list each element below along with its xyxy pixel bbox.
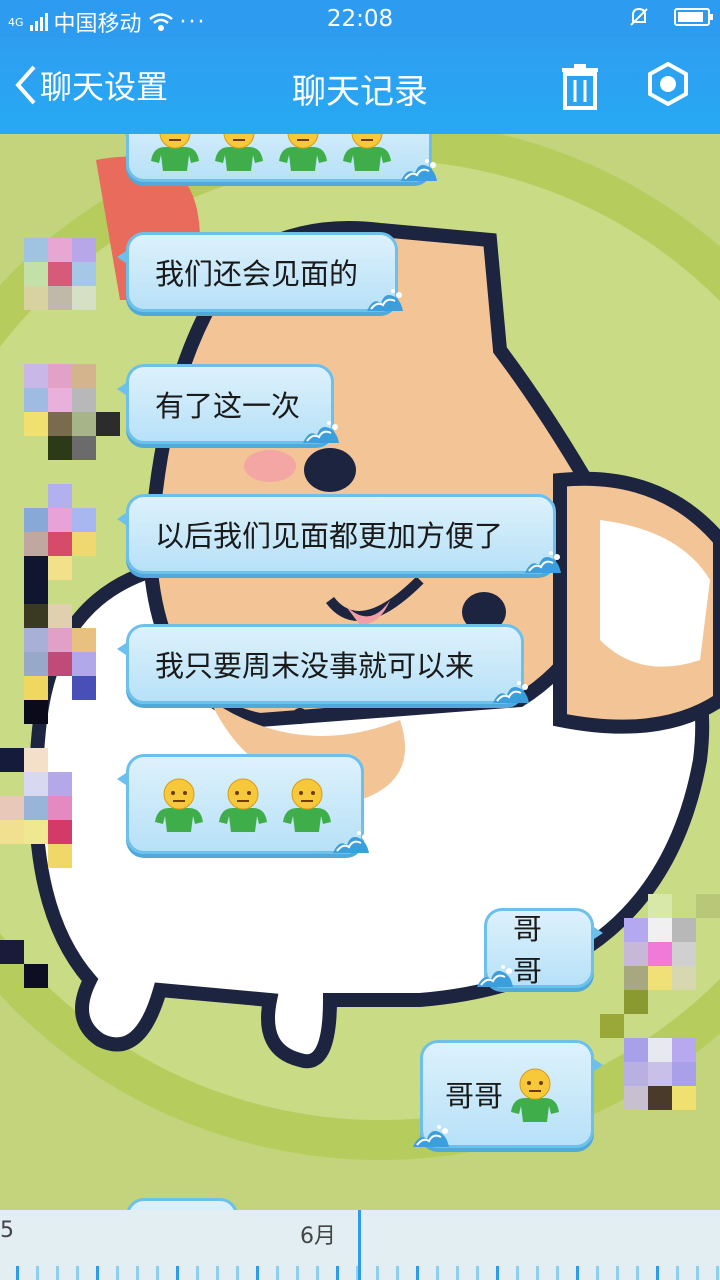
timeline-tick [516,1266,519,1280]
timeline-tick [416,1266,419,1280]
message-text: 哥哥 [513,912,543,988]
timeline-tick [136,1266,139,1280]
message-bubble[interactable]: 我们还会见面的 [117,232,403,312]
timeline-tick [216,1266,219,1280]
timeline-tick [316,1266,319,1280]
message-bubble[interactable]: 有了这一次 [117,364,339,444]
wave-decoration-icon [525,551,561,573]
person-emoji [507,1066,563,1122]
avatar[interactable] [24,364,120,460]
person-emoji [339,134,395,171]
timeline-tick [96,1266,99,1280]
timeline-tick [76,1266,79,1280]
message-text: 我只要周末没事就可以来 [155,649,475,683]
timeline-tick [116,1266,119,1280]
timeline-month-label: 6月 [300,1224,336,1249]
timeline-tick [196,1266,199,1280]
timeline-tick [56,1266,59,1280]
date-timeline-scrubber[interactable]: 5 6月 [0,1210,720,1280]
person-emoji [215,776,271,832]
timeline-tick [476,1266,479,1280]
timeline-cursor[interactable] [358,1210,361,1280]
timeline-tick [396,1266,399,1280]
timeline-tick [176,1266,179,1280]
wave-decoration-icon [401,159,437,181]
person-emoji [279,776,335,832]
trash-icon[interactable] [560,64,600,110]
mute-bell-icon [630,7,648,26]
timeline-month-label: 5 [0,1218,14,1243]
message-bubble[interactable] [117,754,369,854]
timeline-tick [496,1266,499,1280]
wave-decoration-icon [367,289,403,311]
clock: 22:08 [326,6,394,32]
timeline-tick [336,1266,339,1280]
timeline-tick [296,1266,299,1280]
settings-icon[interactable] [646,62,690,106]
timeline-tick [596,1266,599,1280]
person-emoji [151,776,207,832]
message-text: 我们还会见面的 [155,257,359,291]
timeline-tick [576,1266,579,1280]
timeline-tick [276,1266,279,1280]
person-emoji [211,134,267,171]
title-bar: 聊天设置 聊天记录 [0,38,720,134]
battery-level-fill [678,12,703,22]
avatar[interactable] [600,894,720,1144]
timeline-tick [656,1266,659,1280]
timeline-tick [16,1266,19,1280]
timeline-tick [556,1266,559,1280]
message-bubble[interactable] [117,134,437,182]
timeline-tick [616,1266,619,1280]
timeline-tick [236,1266,239,1280]
wave-decoration-icon [413,1125,449,1147]
timeline-tick [436,1266,439,1280]
avatar[interactable] [24,238,96,310]
wave-decoration-icon [333,831,369,853]
page-title: 聊天记录 [292,72,428,112]
person-emoji [275,134,331,171]
chat-message-list[interactable]: 我们还会见面的 有了这一次 以后我们见面都更加方便了 我只要周末没事就可以来 哥… [0,134,720,1210]
message-text: 哥哥 [445,1079,504,1113]
message-text: 有了这一次 [155,389,301,423]
timeline-tick [636,1266,639,1280]
status-bar: 4G 中国移动 ··· 22:08 [0,0,720,38]
timeline-tick [696,1266,699,1280]
message-text: 以后我们见面都更加方便了 [155,519,504,553]
timeline-tick [376,1266,379,1280]
message-bubble[interactable] [126,1198,238,1210]
wave-decoration-icon [493,681,529,703]
avatar[interactable] [0,724,120,994]
timeline-tick [716,1266,719,1280]
message-bubble[interactable]: 哥哥 [477,908,603,988]
timeline-tick [676,1266,679,1280]
message-bubble[interactable]: 以后我们见面都更加方便了 [117,494,561,574]
timeline-tick [256,1266,259,1280]
timeline-tick [36,1266,39,1280]
wave-decoration-icon [303,421,339,443]
person-emoji [147,134,203,171]
battery-icon [674,8,713,26]
message-bubble[interactable]: 我只要周末没事就可以来 [117,624,529,704]
timeline-tick [156,1266,159,1280]
wave-decoration-icon [477,965,513,987]
timeline-tick [456,1266,459,1280]
timeline-tick [536,1266,539,1280]
message-bubble[interactable]: 哥哥 [413,1040,603,1148]
